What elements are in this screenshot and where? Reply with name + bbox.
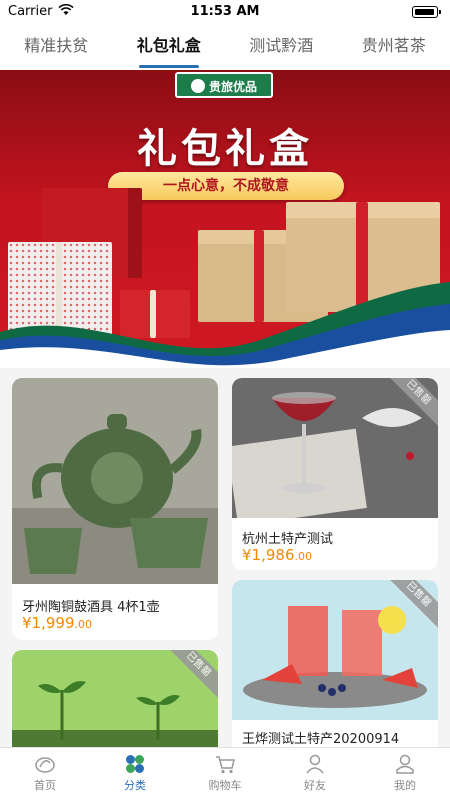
bottom-nav: 首页 分类 购物车 好友 我的 — [0, 747, 450, 799]
nav-category-label: 分类 — [124, 779, 146, 792]
currency-symbol: ¥ — [242, 546, 252, 564]
nav-category[interactable]: 分类 — [90, 748, 180, 799]
product-price: ¥1,986.00 — [242, 546, 312, 564]
tab-poverty-relief[interactable]: 精准扶贫 — [0, 24, 113, 70]
nav-home[interactable]: 首页 — [0, 748, 90, 799]
product-grid: 牙州陶铜鼓酒具 4杯1壶 ¥1,999.00 已售罄 杭州土特产测试 ¥1,98… — [0, 368, 450, 748]
price-decimal: .00 — [74, 618, 93, 631]
product-name: 王烨测试土特产20200914 — [242, 732, 400, 747]
nav-cart-label: 购物车 — [208, 779, 242, 792]
tab-test-liquor[interactable]: 测试黔酒 — [225, 24, 338, 70]
nav-profile[interactable]: 我的 — [360, 748, 450, 799]
product-name: 杭州土特产测试 — [242, 532, 334, 547]
product-card[interactable]: 已售罄 王烨测试土特产20200914 — [232, 580, 438, 748]
cart-icon — [216, 756, 235, 774]
product-card[interactable]: 牙州陶铜鼓酒具 4杯1壶 ¥1,999.00 — [12, 378, 218, 640]
product-card[interactable]: 已售罄 杭州土特产测试 ¥1,986.00 — [232, 378, 438, 570]
status-bar: Carrier 11:53 AM — [0, 0, 450, 24]
tab-gift-box[interactable]: 礼包礼盒 — [113, 24, 226, 70]
nav-cart[interactable]: 购物车 — [180, 748, 270, 799]
currency-symbol: ¥ — [22, 614, 32, 632]
tab-guizhou-tea[interactable]: 贵州茗茶 — [338, 24, 450, 70]
product-image-watermelon-drinks — [232, 580, 438, 720]
product-card[interactable]: 已售罄 — [12, 650, 218, 748]
nav-friends[interactable]: 好友 — [270, 748, 360, 799]
home-icon — [35, 757, 55, 773]
price-integer: 1,999 — [31, 614, 75, 632]
banner-waves — [0, 282, 450, 368]
category-tabs: 精准扶贫 礼包礼盒 测试黔酒 贵州茗茶 — [0, 24, 450, 70]
battery-icon — [412, 6, 441, 18]
nav-home-label: 首页 — [34, 779, 56, 792]
product-price: ¥1,999.00 — [22, 614, 92, 632]
category-icon — [126, 755, 144, 773]
product-name: 牙州陶铜鼓酒具 4杯1壶 — [22, 600, 160, 615]
price-integer: 1,986 — [251, 546, 295, 564]
nav-profile-label: 我的 — [394, 779, 416, 792]
price-decimal: .00 — [294, 550, 313, 563]
product-image-teaset — [12, 378, 218, 584]
nav-friends-label: 好友 — [304, 779, 326, 792]
friends-icon — [306, 754, 324, 774]
promo-banner[interactable]: 贵旅优品 礼包礼盒 一点心意，不成敬意 — [0, 70, 450, 368]
clock: 11:53 AM — [190, 4, 260, 19]
profile-icon — [396, 754, 414, 774]
product-image-cocktail — [232, 378, 438, 518]
